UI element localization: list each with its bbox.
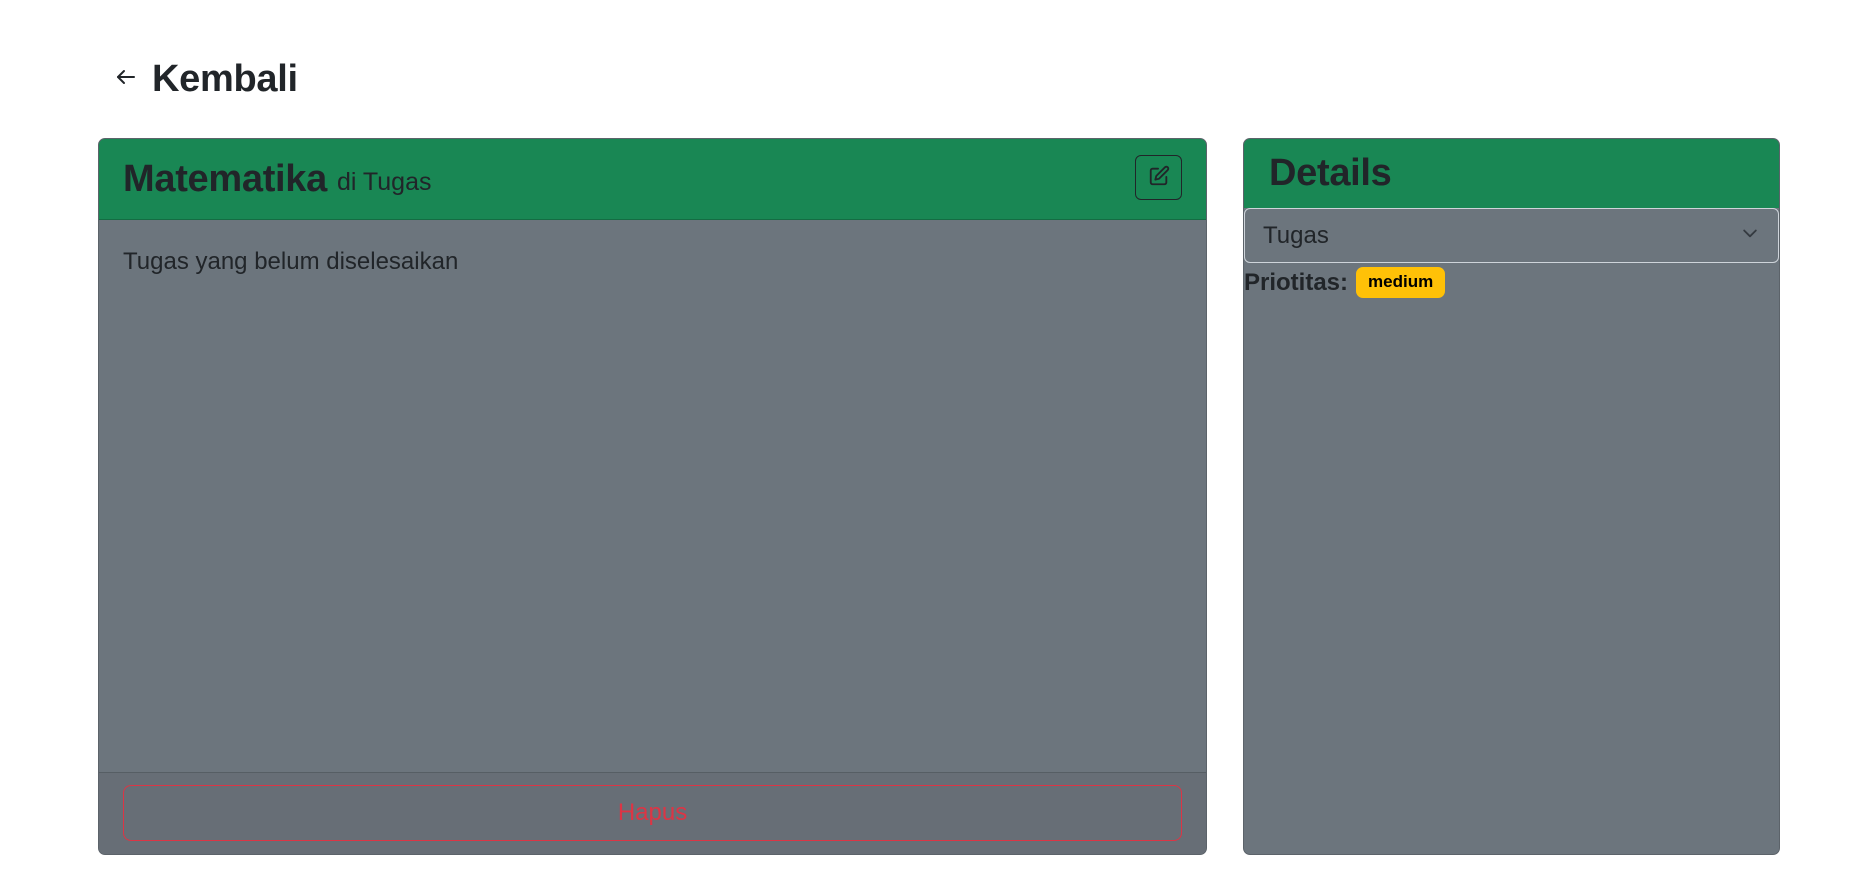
- task-card-body: Tugas yang belum diselesaikan: [99, 220, 1206, 304]
- back-label: Kembali: [152, 58, 298, 100]
- task-card-header: Matematika di Tugas: [99, 139, 1206, 220]
- details-card-header: Details: [1244, 139, 1779, 208]
- arrow-left-icon: [114, 65, 138, 94]
- task-subtitle: di Tugas: [336, 167, 432, 196]
- pencil-square-icon: [1148, 165, 1170, 190]
- details-card: Details Tugas Priotitas: medium: [1243, 138, 1780, 855]
- priority-label: Priotitas:: [1244, 268, 1349, 296]
- task-title: Matematika: [123, 157, 327, 200]
- back-link[interactable]: Kembali: [114, 58, 298, 101]
- task-description: Tugas yang belum diselesaikan: [123, 248, 459, 275]
- delete-button[interactable]: Hapus: [123, 785, 1182, 841]
- task-card-footer: Hapus: [99, 772, 1206, 854]
- details-title: Details: [1269, 152, 1392, 194]
- priority-badge: medium: [1356, 267, 1446, 298]
- priority-row: Priotitas: medium: [1244, 267, 1779, 298]
- edit-button[interactable]: [1135, 155, 1182, 200]
- category-select-value: Tugas: [1263, 221, 1329, 249]
- task-card: Matematika di Tugas Tugas yang belum dis…: [98, 138, 1207, 855]
- category-select[interactable]: Tugas: [1244, 208, 1779, 263]
- chevron-down-icon: [1740, 222, 1760, 250]
